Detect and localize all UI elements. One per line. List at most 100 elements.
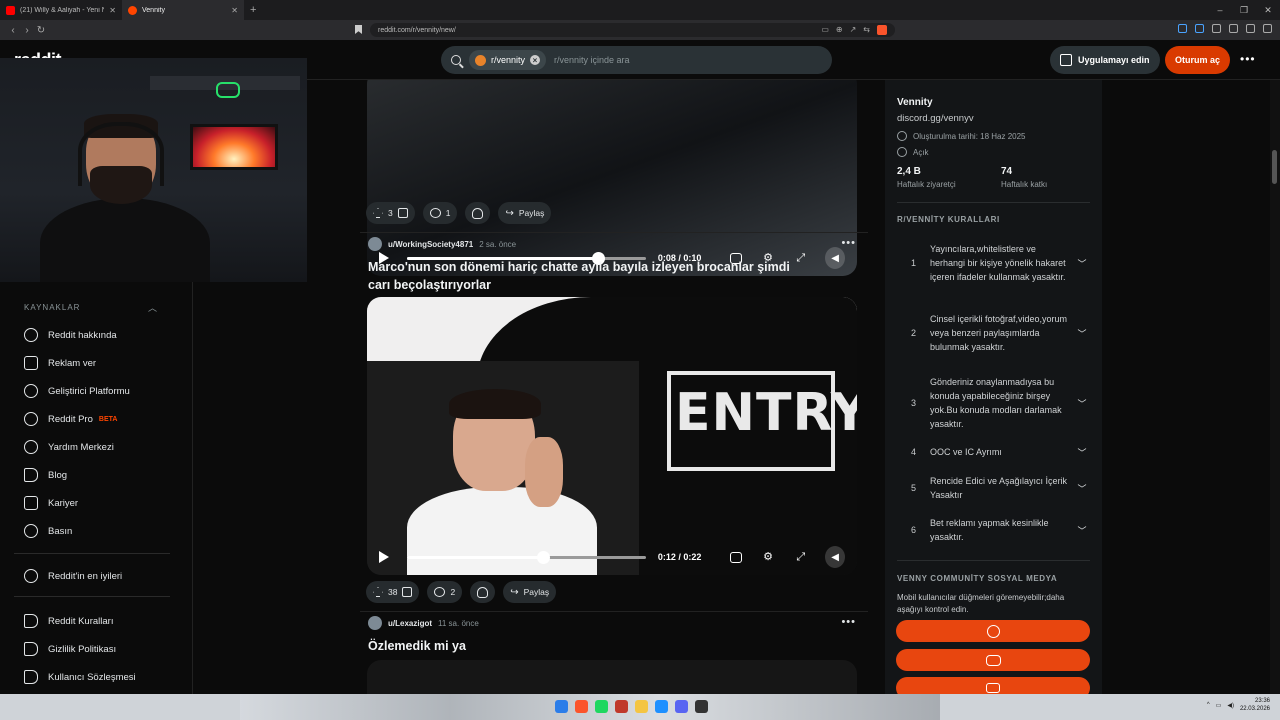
award-button[interactable]	[465, 202, 491, 224]
discord-link-button[interactable]	[896, 649, 1090, 671]
community-description[interactable]: discord.gg/vennyv	[897, 113, 974, 124]
website-link-button[interactable]	[896, 620, 1090, 642]
chevron-down-icon[interactable]: ﹀	[1074, 446, 1090, 459]
app-icon[interactable]	[655, 700, 668, 713]
zoom-icon[interactable]: ⊕	[836, 25, 843, 35]
get-app-button[interactable]: Uygulamayı edin	[1050, 46, 1160, 74]
brave-icon[interactable]	[575, 700, 588, 713]
bookmark-icon[interactable]	[355, 25, 362, 34]
translate-icon[interactable]: ⇆	[863, 25, 870, 35]
tray-chevron-icon[interactable]: ^	[1207, 702, 1210, 708]
sidebar-item-advertise[interactable]: Reklam ver	[24, 355, 96, 371]
back-icon[interactable]: ‹	[6, 25, 20, 36]
chevron-down-icon[interactable]: ﹀	[1074, 482, 1090, 495]
sidebar-item-press[interactable]: Basın	[24, 523, 72, 539]
close-tab-icon[interactable]: ✕	[109, 6, 116, 15]
subreddit-search-chip[interactable]: r/vennity ×	[469, 50, 547, 70]
sidebar-item-user-agreement[interactable]: Kullanıcı Sözleşmesi	[24, 669, 136, 685]
forward-icon[interactable]: ›	[20, 25, 34, 36]
sidebar-item-blog[interactable]: Blog	[24, 467, 67, 483]
maximize-icon[interactable]: ❐	[1232, 5, 1256, 16]
search-bar[interactable]: r/vennity × r/vennity içinde ara	[441, 46, 832, 74]
system-clock[interactable]: 23:36 22.03.2026	[1240, 697, 1270, 713]
rule-item[interactable]: 4 OOC ve IC Ayrımı ﹀	[897, 444, 1090, 460]
rule-item[interactable]: 2 Cinsel içerikli fotoğraf,video,yorum v…	[897, 305, 1090, 361]
sidebar-item-careers[interactable]: Kariyer	[24, 495, 78, 511]
wallet-icon[interactable]	[1246, 24, 1255, 33]
share-page-icon[interactable]: ↗	[850, 25, 857, 35]
post-author[interactable]: u/Lexazigot	[388, 619, 432, 628]
minimize-icon[interactable]: –	[1208, 5, 1232, 15]
captions-icon[interactable]	[729, 551, 742, 563]
chevron-down-icon[interactable]: ﹀	[1074, 257, 1090, 270]
sidebar-item-help[interactable]: Yardım Merkezi	[24, 439, 114, 455]
brave-shields-icon[interactable]	[877, 25, 887, 35]
sidebar-item-reddit-pro[interactable]: Reddit Pro BETA	[24, 411, 117, 427]
rule-item[interactable]: 5 Rencide Edici ve Aşağılayıcı İçerik Ya…	[897, 473, 1090, 503]
chevron-down-icon[interactable]: ﹀	[1074, 397, 1090, 410]
chevron-up-icon[interactable]: ︿	[148, 301, 157, 314]
app-icon[interactable]	[615, 700, 628, 713]
rule-item[interactable]: 3 Gönderiniz onaylanmadıysa bu konuda ya…	[897, 375, 1090, 431]
extensions-puzzle-icon[interactable]	[1212, 24, 1221, 33]
chevron-down-icon[interactable]: ﹀	[1074, 327, 1090, 340]
start-icon[interactable]	[555, 700, 568, 713]
share-button[interactable]: ↪ Paylaş	[503, 581, 557, 603]
youtube-link-button[interactable]	[896, 677, 1090, 694]
post-title[interactable]: Marco'nun son dönemi hariç chatte ayıla …	[368, 258, 808, 294]
comments-button[interactable]: 1	[422, 202, 458, 224]
network-icon[interactable]: ▭	[1216, 702, 1222, 709]
post-title[interactable]: Özlemedik mi ya	[368, 637, 808, 655]
sidebar-item-developer-platform[interactable]: Geliştirici Platformu	[24, 383, 130, 399]
post-overflow-menu-icon[interactable]: •••	[841, 237, 856, 249]
play-icon[interactable]	[379, 551, 389, 563]
clear-chip-icon[interactable]: ×	[530, 55, 541, 65]
upvote-icon[interactable]	[373, 208, 383, 218]
downvote-icon[interactable]	[402, 587, 413, 597]
close-tab-icon[interactable]: ✕	[231, 6, 238, 15]
close-window-icon[interactable]: ✕	[1256, 5, 1280, 16]
post-video[interactable]	[367, 660, 857, 694]
progress-knob[interactable]	[537, 550, 551, 564]
rule-item[interactable]: 6 Bet reklamı yapmak kesinlikle yasaktır…	[897, 515, 1090, 545]
reader-icon[interactable]: ▭	[821, 25, 829, 35]
more-options-icon[interactable]: •••	[1240, 52, 1256, 66]
comments-button[interactable]: 2	[427, 581, 463, 603]
reload-icon[interactable]: ↻	[34, 25, 48, 36]
menu-icon[interactable]	[1263, 24, 1272, 33]
browser-tab-youtube[interactable]: (21) Willy & Aaliyah - Yeni Nesil Billio…	[0, 0, 122, 20]
post-video[interactable]: ENTRY 0:12 / 0:22 ⚙ ⤢ ◀	[367, 297, 857, 575]
discord-icon[interactable]	[675, 700, 688, 713]
extension-icon[interactable]	[1195, 24, 1204, 33]
video-progress-bar[interactable]	[407, 550, 646, 564]
share-button[interactable]: ↪ Paylaş	[498, 202, 552, 224]
post-author[interactable]: u/WorkingSociety4871	[388, 240, 473, 249]
rule-item[interactable]: 1 Yayıncılara,whitelistlere ve herhangi …	[897, 235, 1090, 291]
chevron-down-icon[interactable]: ﹀	[1074, 524, 1090, 537]
downvote-icon[interactable]	[397, 208, 408, 218]
volume-tray-icon[interactable]: ◀)	[1227, 702, 1234, 709]
page-scrollbar[interactable]	[1270, 80, 1280, 694]
award-button[interactable]	[470, 581, 496, 603]
volume-icon[interactable]: ◀	[825, 546, 846, 568]
new-tab-icon[interactable]: +	[250, 4, 256, 16]
sidebar-toggle-icon[interactable]	[1229, 24, 1238, 33]
volume-icon[interactable]: ◀	[825, 247, 846, 269]
search-input[interactable]: r/vennity içinde ara	[554, 55, 630, 65]
scrollbar-thumb[interactable]	[1272, 150, 1277, 184]
avatar[interactable]	[368, 237, 382, 251]
obs-icon[interactable]	[695, 700, 708, 713]
post-overflow-menu-icon[interactable]: •••	[841, 616, 856, 628]
extension-icon[interactable]	[1178, 24, 1187, 33]
avatar[interactable]	[368, 616, 382, 630]
fullscreen-icon[interactable]: ⤢	[794, 550, 807, 564]
url-bar[interactable]: reddit.com/r/vennity/new/ ▭ ⊕ ↗ ⇆	[370, 23, 895, 37]
sidebar-item-best-of[interactable]: Reddit'in en iyileri	[24, 568, 122, 584]
spotify-icon[interactable]	[595, 700, 608, 713]
login-button[interactable]: Oturum aç	[1165, 46, 1231, 74]
settings-gear-icon[interactable]: ⚙	[762, 550, 775, 564]
sidebar-item-about[interactable]: Reddit hakkında	[24, 327, 117, 343]
sidebar-item-privacy[interactable]: Gizlilik Politikası	[24, 641, 116, 657]
browser-tab-vennity[interactable]: Vennity ✕	[122, 0, 244, 20]
file-explorer-icon[interactable]	[635, 700, 648, 713]
